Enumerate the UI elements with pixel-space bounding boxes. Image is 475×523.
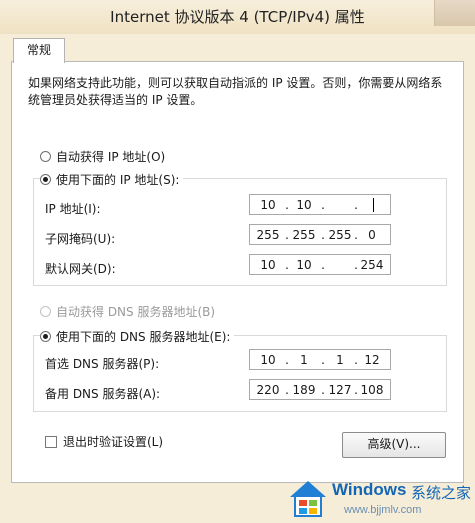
house-logo-icon [290, 481, 326, 517]
manual-dns-radio[interactable]: 使用下面的 DNS 服务器地址(E): [40, 328, 235, 345]
close-button[interactable] [434, 0, 475, 26]
adns-octet-3: 127 [328, 383, 352, 397]
tab-general[interactable]: 常规 [13, 38, 65, 63]
alternate-dns-field[interactable]: 220 . 189 . 127 . 108 [249, 379, 391, 400]
validate-on-exit-label: 退出时验证设置(L) [63, 435, 164, 449]
radio-icon [40, 151, 51, 162]
manual-dns-label: 使用下面的 DNS 服务器地址(E): [56, 330, 231, 344]
pdns-octet-3: 1 [336, 353, 344, 367]
gateway-field[interactable]: 10 . 10 . . 254 [249, 254, 391, 275]
adns-octet-2: 189 [292, 383, 316, 397]
mask-octet-1: 255 [256, 228, 280, 242]
mask-octet-4: 0 [368, 228, 376, 242]
gateway-octet-4: 254 [360, 258, 384, 272]
validate-on-exit-checkbox[interactable]: 退出时验证设置(L) [45, 433, 163, 450]
subnet-mask-field[interactable]: 255 . 255 . 255 . 0 [249, 224, 391, 245]
mask-octet-3: 255 [328, 228, 352, 242]
mask-octet-2: 255 [292, 228, 316, 242]
watermark: Windows 系统之家 www.bjjmlv.com [286, 471, 475, 523]
advanced-button[interactable]: 高级(V)... [342, 432, 446, 458]
window-title: Internet 协议版本 4 (TCP/IPv4) 属性 [110, 8, 365, 26]
pdns-octet-2: 1 [300, 353, 308, 367]
manual-ip-radio[interactable]: 使用下面的 IP 地址(S): [40, 171, 184, 188]
auto-ip-label: 自动获得 IP 地址(O) [56, 150, 166, 164]
description-text: 如果网络支持此功能，则可以获取自动指派的 IP 设置。否则，你需要从网络系统管理… [28, 76, 443, 107]
subnet-mask-label: 子网掩码(U): [45, 232, 116, 246]
watermark-url: www.bjjmlv.com [344, 504, 422, 516]
ip-address-label: IP 地址(I): [45, 202, 101, 216]
pdns-octet-1: 10 [260, 353, 276, 367]
ip-octet-2: 10 [296, 198, 312, 212]
alternate-dns-label: 备用 DNS 服务器(A): [45, 387, 161, 401]
ip-address-field[interactable]: 10 . 10 . . [249, 194, 391, 215]
auto-dns-radio[interactable]: 自动获得 DNS 服务器地址(B) [40, 303, 215, 320]
radio-selected-icon [40, 174, 51, 185]
auto-dns-label: 自动获得 DNS 服务器地址(B) [56, 305, 216, 319]
watermark-main: Windows [332, 480, 407, 499]
watermark-cn: 系统之家 [411, 484, 472, 502]
adns-octet-4: 108 [360, 383, 384, 397]
auto-ip-radio[interactable]: 自动获得 IP 地址(O) [40, 148, 165, 165]
checkbox-icon [45, 435, 57, 448]
pdns-octet-4: 12 [364, 353, 380, 367]
preferred-dns-field[interactable]: 10 . 1 . 1 . 12 [249, 349, 391, 370]
gateway-octet-1: 10 [260, 258, 276, 272]
text-cursor [373, 198, 374, 212]
adns-octet-1: 220 [256, 383, 280, 397]
gateway-octet-2: 10 [296, 258, 312, 272]
manual-ip-label: 使用下面的 IP 地址(S): [56, 173, 180, 187]
radio-selected-icon [40, 331, 51, 342]
preferred-dns-label: 首选 DNS 服务器(P): [45, 357, 160, 371]
radio-disabled-icon [40, 306, 51, 317]
gateway-label: 默认网关(D): [45, 262, 116, 276]
ip-octet-1: 10 [260, 198, 276, 212]
title-bar: Internet 协议版本 4 (TCP/IPv4) 属性 [0, 0, 475, 34]
